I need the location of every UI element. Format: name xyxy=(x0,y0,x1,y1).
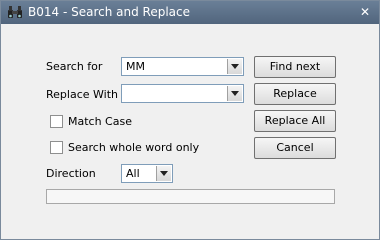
replace-all-button[interactable]: Replace All xyxy=(254,110,336,132)
window-title: B014 - Search and Replace xyxy=(28,5,190,19)
cancel-button[interactable]: Cancel xyxy=(254,137,336,159)
chevron-down-icon[interactable] xyxy=(227,59,242,74)
whole-word-label: Search whole word only xyxy=(68,141,200,154)
search-label: Search for xyxy=(46,60,103,73)
binoculars-icon xyxy=(7,5,23,20)
direction-combobox[interactable]: All xyxy=(121,164,173,183)
match-case-label: Match Case xyxy=(68,115,132,128)
direction-value: All xyxy=(126,167,140,180)
search-replace-dialog: B014 - Search and Replace ✕ Search for M… xyxy=(0,0,380,240)
progress-bar xyxy=(46,189,335,204)
whole-word-checkbox[interactable] xyxy=(50,141,63,154)
match-case-checkbox[interactable] xyxy=(50,115,63,128)
replace-label: Replace With xyxy=(46,88,118,101)
chevron-down-icon[interactable] xyxy=(227,86,242,101)
search-value: MM xyxy=(126,60,145,73)
search-combobox[interactable]: MM xyxy=(121,57,244,76)
close-icon[interactable]: ✕ xyxy=(357,4,373,20)
replace-combobox[interactable] xyxy=(121,84,244,103)
find-next-button[interactable]: Find next xyxy=(254,56,336,78)
replace-button[interactable]: Replace xyxy=(254,83,336,105)
direction-label: Direction xyxy=(46,167,96,180)
title-bar[interactable]: B014 - Search and Replace ✕ xyxy=(1,1,379,24)
chevron-down-icon[interactable] xyxy=(156,166,171,181)
